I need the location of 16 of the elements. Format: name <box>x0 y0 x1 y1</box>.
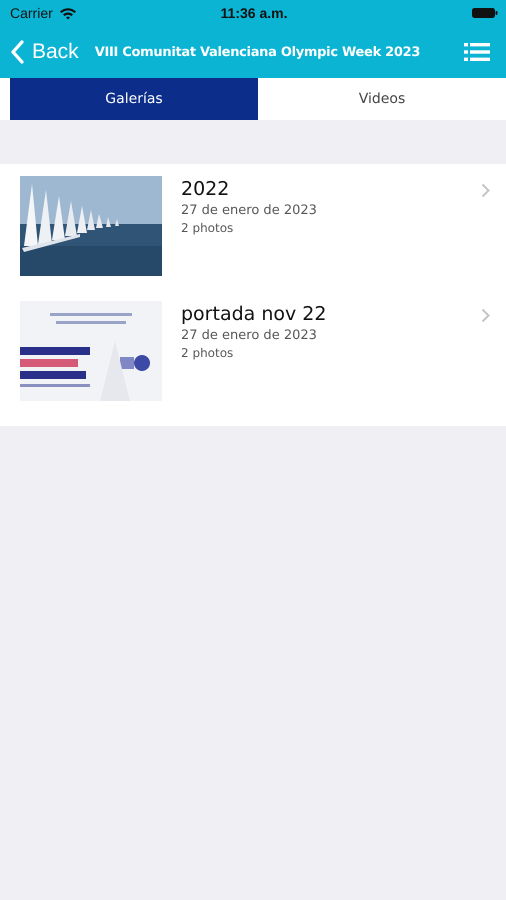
photo-count: 2 photos <box>181 346 234 360</box>
gallery-title: 2022 <box>181 178 230 200</box>
battery-icon <box>472 7 498 19</box>
gallery-title: portada nov 22 <box>181 303 328 325</box>
wifi-icon <box>58 6 77 20</box>
carrier-label: Carrier <box>10 5 53 21</box>
tab[interactable]: Galerías <box>10 78 258 120</box>
gallery-date: 27 de enero de 2023 <box>181 328 318 343</box>
photo-count: 2 photos <box>181 221 234 235</box>
gallery-date: 27 de enero de 2023 <box>181 203 318 218</box>
status-time: 11:36 a.m. <box>220 5 288 21</box>
chevron-icon[interactable] <box>481 308 490 323</box>
chevron-icon[interactable] <box>481 183 490 198</box>
back-chevron-icon[interactable] <box>10 40 24 64</box>
menu-icon[interactable] <box>464 43 490 61</box>
screen-title: VIII Comunitat Valenciana Olympic Week 2023 <box>94 44 422 60</box>
